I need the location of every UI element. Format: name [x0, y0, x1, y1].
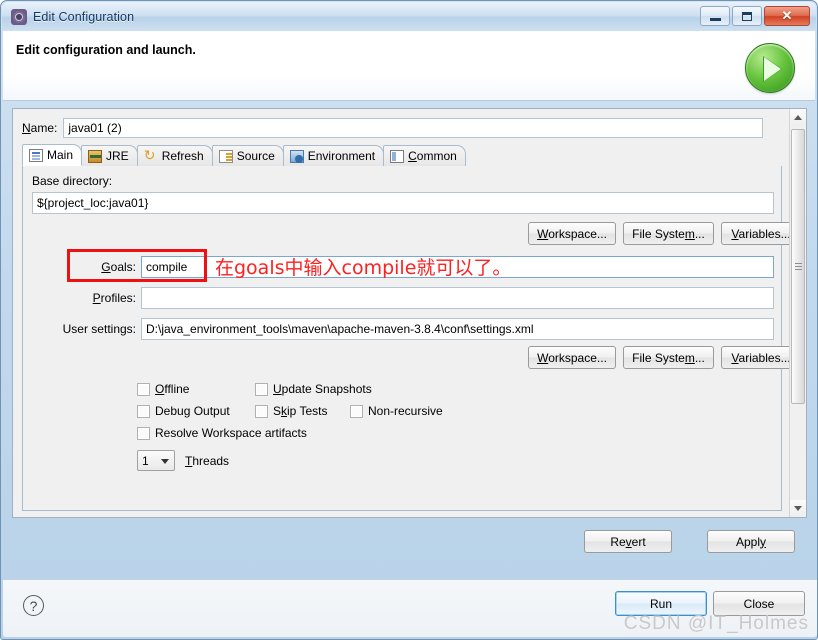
settings-file-system-button[interactable]: File System...	[623, 346, 714, 369]
checkbox-box	[350, 404, 363, 418]
checkbox-offline[interactable]: Offline	[137, 382, 189, 396]
tab-refresh[interactable]: Refresh	[136, 145, 213, 166]
base-workspace-button[interactable]: Workspace...	[528, 222, 616, 245]
name-input[interactable]: java01 (2)	[63, 118, 764, 138]
main-tab-page: Base directory: ${project_loc:java01} Wo…	[22, 166, 789, 511]
checkbox-resolve-workspace-artifacts[interactable]: Resolve Workspace artifacts	[137, 426, 307, 440]
revert-button[interactable]: Revert	[584, 530, 672, 553]
tab-source-label: Source	[236, 149, 275, 163]
help-icon[interactable]: ?	[23, 595, 44, 616]
user-settings-label: User settings:	[62, 322, 136, 336]
tab-common-label: Common	[408, 149, 457, 163]
scroll-down-button[interactable]	[790, 500, 806, 517]
run-play-icon	[745, 43, 795, 93]
config-action-row: Revert Apply	[12, 526, 807, 560]
base-directory-label: Base directory:	[32, 174, 113, 188]
checkbox-box	[137, 382, 150, 396]
threads-value: 1	[142, 453, 149, 468]
profiles-label: Profiles:	[92, 291, 136, 305]
watermark: CSDN @IT_Holmes	[623, 613, 809, 634]
chevron-down-icon	[161, 459, 169, 464]
annotation-text: 在goals中输入compile就可以了。	[215, 257, 512, 279]
vertical-scrollbar[interactable]	[789, 109, 806, 517]
jre-tab-icon	[88, 149, 103, 163]
triangle-up-icon	[794, 115, 802, 120]
checkbox-skip-tests[interactable]: Skip Tests	[255, 404, 327, 418]
tab-environment[interactable]: Environment	[282, 145, 385, 166]
dialog-footer: ? Run Close CSDN @IT_Holmes	[3, 579, 817, 637]
tab-common[interactable]: Common	[383, 145, 466, 166]
maximize-icon	[742, 11, 752, 21]
checkbox-debug-output-label: Debug Output	[155, 404, 230, 418]
window-controls: ✕	[700, 6, 810, 26]
checkbox-box	[137, 404, 150, 418]
checkbox-resolve-workspace-artifacts-label: Resolve Workspace artifacts	[155, 426, 307, 440]
checkbox-offline-label: Offline	[155, 382, 190, 396]
checkbox-non-recursive[interactable]: Non-recursive	[350, 404, 443, 418]
profiles-input[interactable]	[141, 287, 774, 309]
header-title: Edit configuration and launch.	[16, 43, 196, 57]
tab-refresh-label: Refresh	[161, 149, 204, 163]
window-title: Edit Configuration	[33, 9, 135, 24]
base-file-system-button[interactable]: File System...	[623, 222, 714, 245]
gear-icon	[11, 8, 27, 25]
configuration-panel: Name: java01 (2) Main JRE Refresh	[12, 108, 807, 518]
scroll-up-button[interactable]	[790, 109, 806, 126]
threads-label: Threads	[185, 454, 230, 468]
tab-jre[interactable]: JRE	[81, 145, 138, 166]
triangle-down-icon	[794, 506, 802, 511]
common-tab-icon	[390, 149, 405, 163]
tab-source[interactable]: Source	[211, 145, 284, 166]
grip-icon	[795, 262, 802, 264]
checkbox-box	[255, 382, 268, 396]
name-row: Name: java01 (2)	[22, 118, 764, 138]
minimize-button[interactable]	[700, 6, 730, 26]
minimize-icon	[709, 17, 721, 21]
name-label: Name:	[22, 121, 58, 135]
tab-jre-label: JRE	[106, 149, 129, 163]
title-bar: Edit Configuration ✕	[2, 2, 816, 31]
checkbox-update-snapshots-label: Update Snapshots	[273, 382, 372, 396]
scrollbar-thumb[interactable]	[791, 129, 805, 404]
settings-variables-button[interactable]: Variables...	[721, 346, 789, 369]
base-directory-input[interactable]: ${project_loc:java01}	[32, 192, 774, 214]
maximize-button[interactable]	[732, 6, 762, 26]
base-variables-button[interactable]: Variables...	[721, 222, 789, 245]
tab-environment-label: Environment	[307, 149, 376, 163]
source-tab-icon	[218, 149, 233, 163]
apply-button[interactable]: Apply	[707, 530, 795, 553]
checkbox-box	[137, 426, 150, 440]
threads-dropdown[interactable]: 1	[137, 450, 175, 471]
checkbox-box	[255, 404, 268, 418]
checkbox-skip-tests-label: Skip Tests	[273, 404, 328, 418]
main-tab-icon	[29, 148, 43, 162]
settings-workspace-button[interactable]: Workspace...	[528, 346, 616, 369]
goals-label: Goals:	[101, 260, 136, 274]
tab-main-label: Main	[47, 148, 74, 162]
tab-main[interactable]: Main	[22, 144, 83, 166]
tab-bar: Main JRE Refresh Source Environment	[22, 144, 782, 167]
environment-tab-icon	[289, 149, 304, 163]
dialog-header: Edit configuration and launch.	[3, 31, 815, 101]
close-button[interactable]: ✕	[764, 6, 810, 26]
checkbox-non-recursive-label: Non-recursive	[368, 404, 443, 418]
refresh-tab-icon	[144, 147, 158, 164]
user-settings-input[interactable]: D:\java_environment_tools\maven\apache-m…	[141, 318, 774, 340]
checkbox-debug-output[interactable]: Debug Output	[137, 404, 230, 418]
checkbox-update-snapshots[interactable]: Update Snapshots	[255, 382, 372, 396]
configuration-scroll-viewport: Name: java01 (2) Main JRE Refresh	[13, 109, 789, 517]
edit-configuration-dialog: Edit Configuration ✕ Edit configuration …	[0, 0, 818, 640]
